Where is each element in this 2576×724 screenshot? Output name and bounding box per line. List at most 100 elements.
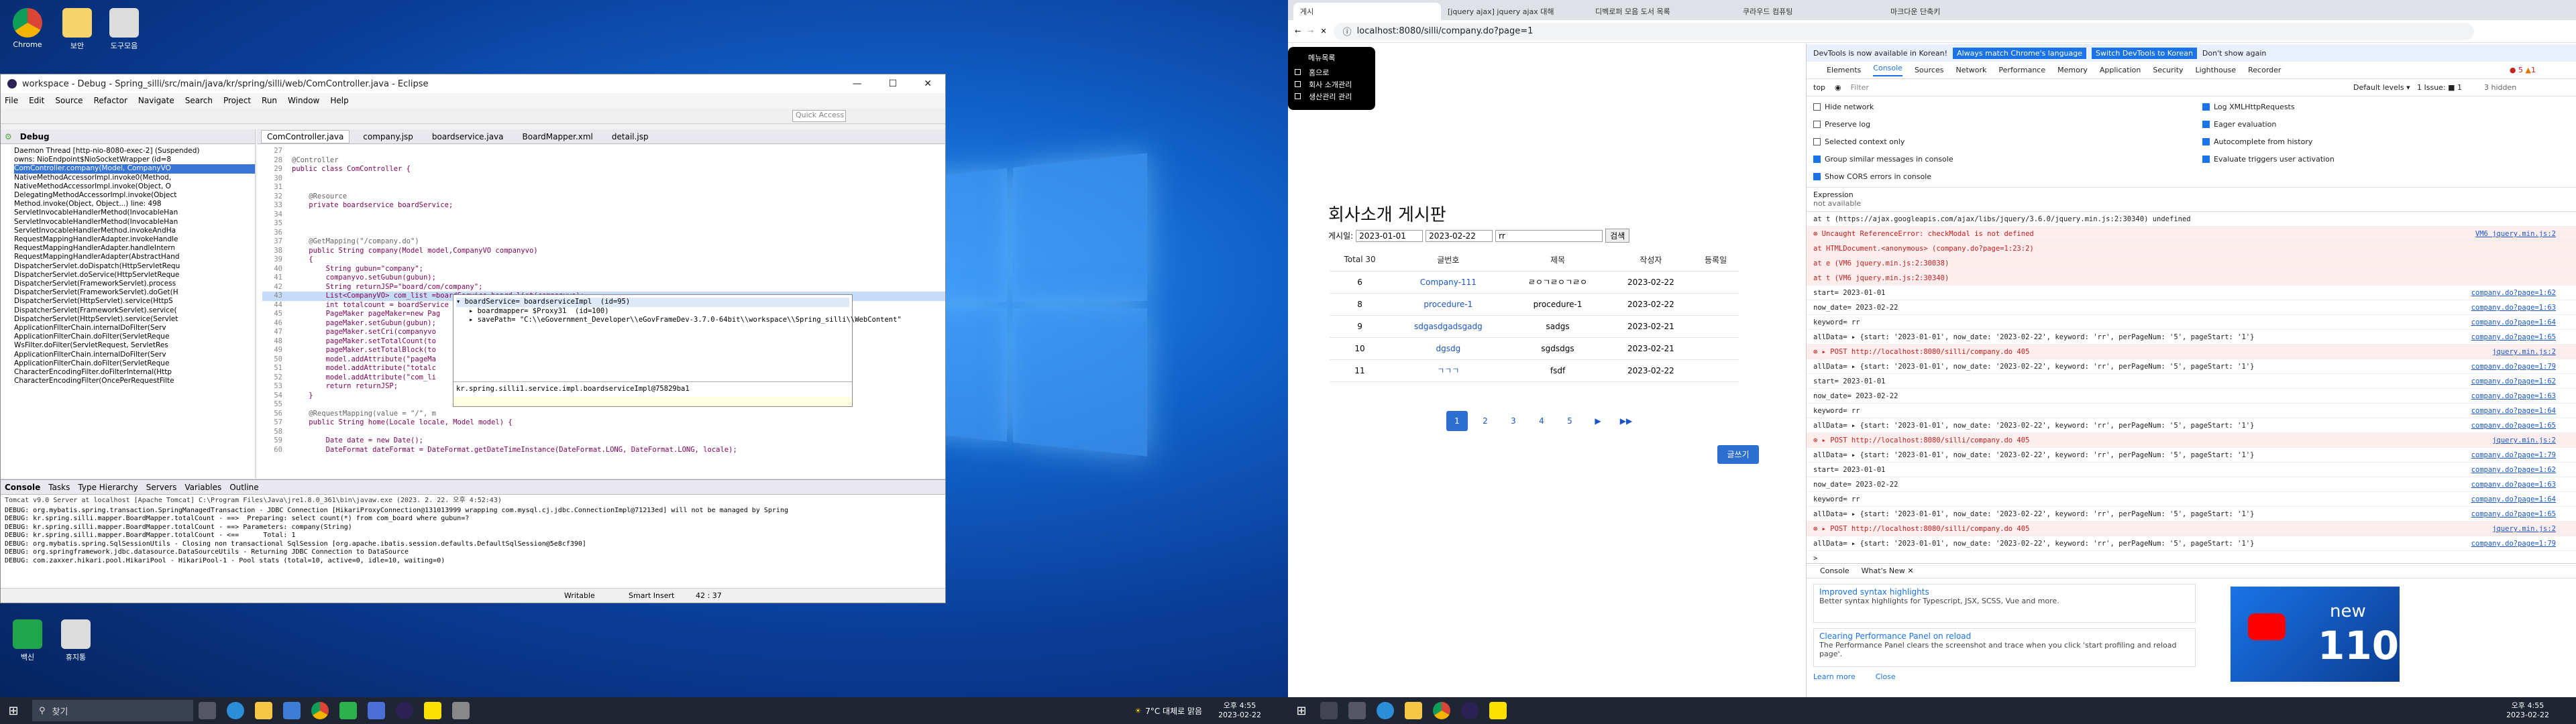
console-message[interactable]: at t (https://ajax.googleapis.com/ajax/l… <box>1807 212 2576 227</box>
console-message[interactable]: keyword= rr company.do?page=1:64 <box>1807 315 2576 330</box>
whats-new-video[interactable]: new 110 <box>2231 587 2400 682</box>
stack-frame[interactable]: DispatcherServlet(HttpServlet).service(H… <box>14 297 255 306</box>
menu-item-run[interactable]: Run <box>262 96 277 105</box>
source-link[interactable]: company.do?page=1:64 <box>2471 492 2556 506</box>
hover-var[interactable]: ▾ boardService= boardserviceImpl (id=95) <box>456 298 849 307</box>
cell-title[interactable]: ㄱㄱㄱ <box>1390 359 1507 382</box>
table-row[interactable]: 9 sdgasdgadsgadg sadgs 2023-02-21 <box>1330 315 1739 338</box>
store-icon[interactable] <box>283 702 301 719</box>
explorer-icon-right[interactable] <box>1405 702 1422 719</box>
console-message[interactable]: allData= ▸ {start: '2023-01-01', now_dat… <box>1807 507 2576 522</box>
stack-frame[interactable]: RequestMappingHandlerAdapter(AbstractHan… <box>14 253 255 261</box>
console-message[interactable]: start= 2023-01-01 company.do?page=1:62 <box>1807 286 2576 300</box>
devtools-tab[interactable]: Lighthouse <box>2196 66 2237 74</box>
checkbox-icon[interactable] <box>2202 137 2210 145</box>
stack-frame[interactable]: ApplicationFilterChain.internalDoFilter(… <box>14 351 255 359</box>
stack-frame[interactable]: NativeMethodAccessorImpl.invoke(Object, … <box>14 182 255 191</box>
console-message[interactable]: now_date= 2023-02-22 company.do?page=1:63 <box>1807 300 2576 315</box>
source-link[interactable]: company.do?page=1:65 <box>2471 418 2556 432</box>
stack-frame[interactable]: RequestMappingHandlerAdapter.invokeHandl… <box>14 235 255 244</box>
whats-new-item[interactable]: Clearing Performance Panel on reload The … <box>1813 628 2196 667</box>
start-date-input[interactable]: 2023-01-01 <box>1356 229 1424 242</box>
stack-frame[interactable]: NativeMethodAccessorImpl.invoke0(Method, <box>14 174 255 182</box>
menu-item-source[interactable]: Source <box>55 96 83 105</box>
source-link[interactable]: company.do?page=1:79 <box>2471 536 2556 550</box>
stack-frame[interactable]: ServletInvocableHandlerMethod.invokeAndH… <box>14 227 255 235</box>
console-message[interactable]: at e (VM6 jquery.min.js:2:30038) <box>1807 256 2576 271</box>
eclipse-icon-right[interactable] <box>1461 702 1479 719</box>
source-link[interactable]: company.do?page=1:79 <box>2471 359 2556 373</box>
search-button[interactable]: 검색 <box>1605 229 1630 243</box>
stack-frame[interactable]: DispatcherServlet(HttpServlet).service(S… <box>14 315 255 324</box>
editor-tab[interactable]: BoardMapper.xml <box>517 131 598 143</box>
error-count[interactable]: ● 5 ▲1 <box>2510 66 2536 74</box>
hover-var[interactable]: ▸ savePath= "C:\\eGovernment_Developer\\… <box>456 316 902 325</box>
eclipse-window[interactable]: workspace - Debug - Spring_silli/src/mai… <box>0 74 946 603</box>
debug-hover-popup[interactable]: ▾ boardService= boardserviceImpl (id=95)… <box>453 294 902 407</box>
console-message[interactable]: ⊗ ▸ POST http://localhost:8080/silli/com… <box>1807 345 2576 359</box>
console-message[interactable]: allData= ▸ {start: '2023-01-01', now_dat… <box>1807 330 2576 345</box>
console-filter-input[interactable]: Filter <box>1851 83 2200 92</box>
devtools-tab[interactable]: Recorder <box>2248 66 2281 74</box>
devtools-tab[interactable]: Elements <box>1827 66 1861 74</box>
console-option[interactable]: Evaluate triggers user activation <box>2202 150 2334 168</box>
console-option[interactable]: Log XMLHttpRequests <box>2202 98 2334 115</box>
editor-tab[interactable]: detail.jsp <box>606 131 654 143</box>
checkbox-icon[interactable] <box>1813 137 1821 145</box>
desktop-icon-chrome[interactable]: Chrome <box>4 8 51 49</box>
source-link[interactable]: company.do?page=1:63 <box>2471 300 2556 314</box>
checkbox-icon[interactable] <box>2202 120 2210 128</box>
console-tab[interactable]: Type Hierarchy <box>78 483 138 492</box>
browser-tab[interactable]: 쿠라우드 컴퓨팅 <box>1736 3 1884 20</box>
devtools-tab[interactable]: Network <box>1955 66 1986 74</box>
source-link[interactable]: jquery.min.js:2 <box>2492 345 2556 359</box>
banner-dismiss-button[interactable]: Don't show again <box>2202 49 2266 58</box>
console-option[interactable]: Group similar messages in console <box>1813 150 2202 168</box>
source-link[interactable]: company.do?page=1:65 <box>2471 507 2556 521</box>
back-icon[interactable]: ← <box>1295 27 1301 36</box>
console-message[interactable]: ⊗ ▸ POST http://localhost:8080/silli/com… <box>1807 522 2576 536</box>
maximize-button[interactable]: ☐ <box>889 78 898 89</box>
kakao-icon-right[interactable] <box>1489 702 1507 719</box>
desktop-icon-4[interactable]: 백신 <box>4 619 51 662</box>
console-message[interactable]: ⊗ ▸ POST http://localhost:8080/silli/com… <box>1807 433 2576 448</box>
weather-text[interactable]: 7°C 대체로 맑음 <box>1145 705 1202 717</box>
desktop-icon-2[interactable]: 보안 <box>54 8 101 51</box>
context-select[interactable]: top <box>1813 83 1825 92</box>
write-button[interactable]: 글쓰기 <box>1717 445 1759 464</box>
table-row[interactable]: 10 dgsdg sgdsdgs 2023-02-21 <box>1330 337 1739 360</box>
console-message[interactable]: start= 2023-01-01 company.do?page=1:62 <box>1807 463 2576 477</box>
console-option[interactable]: Hide network <box>1813 98 2202 115</box>
checkbox-icon[interactable] <box>1813 120 1821 128</box>
close-button[interactable]: ✕ <box>924 78 932 89</box>
page-button[interactable]: ▶ <box>1587 411 1609 431</box>
banner-match-button[interactable]: Always match Chrome's language <box>1953 47 2087 59</box>
console-option[interactable]: Selected context only <box>1813 133 2202 150</box>
task-view-icon[interactable] <box>199 702 216 719</box>
stack-frame[interactable]: RequestMappingHandlerAdapter.handleInter… <box>14 244 255 253</box>
source-link[interactable]: company.do?page=1:79 <box>2471 448 2556 462</box>
page-button[interactable]: ▶▶ <box>1615 411 1637 431</box>
menu-item-project[interactable]: Project <box>223 96 251 105</box>
source-link[interactable]: jquery.min.js:2 <box>2492 433 2556 447</box>
stack-frame[interactable]: DelegatingMethodAccessorImpl.invoke(Obje… <box>14 191 255 200</box>
stack-frame[interactable]: DispatcherServlet(FrameworkServlet).serv… <box>14 306 255 315</box>
kakao-icon[interactable] <box>424 702 441 719</box>
stack-frame[interactable]: ServletInvocableHandlerMethod(InvocableH… <box>14 208 255 217</box>
stack-frame[interactable]: ComController.company(Model, CompanyVO <box>14 164 255 174</box>
console-message[interactable]: now_date= 2023-02-22 company.do?page=1:63 <box>1807 389 2576 404</box>
table-row[interactable]: 6 Company-111 ㄹㅇㄱㄹㅇㄱㄹㅇ 2023-02-22 <box>1330 271 1739 294</box>
menu-item-refactor[interactable]: Refactor <box>94 96 127 105</box>
browser-tab[interactable]: 디벡로퍼 모음 도서 목록 <box>1589 3 1736 20</box>
devtools-tab[interactable]: Security <box>2153 66 2183 74</box>
stack-frame[interactable]: DispatcherServlet(FrameworkServlet).proc… <box>14 280 255 288</box>
menu-item-edit[interactable]: Edit <box>29 96 44 105</box>
console-message[interactable]: start= 2023-01-01 company.do?page=1:62 <box>1807 374 2576 389</box>
table-row[interactable]: 8 procedure-1 procedure-1 2023-02-22 <box>1330 293 1739 316</box>
editor-tab[interactable]: ComController.java <box>261 129 350 143</box>
console-message[interactable]: now_date= 2023-02-22 company.do?page=1:63 <box>1807 477 2576 492</box>
banner-switch-button[interactable]: Switch DevTools to Korean <box>2092 47 2197 59</box>
stack-frame[interactable]: Method.invoke(Object, Object...) line: 4… <box>14 200 255 208</box>
stack-frame[interactable]: ApplicationFilterChain.internalDoFilter(… <box>14 324 255 333</box>
stack-frame[interactable]: DispatcherServlet(FrameworkServlet).doGe… <box>14 288 255 297</box>
